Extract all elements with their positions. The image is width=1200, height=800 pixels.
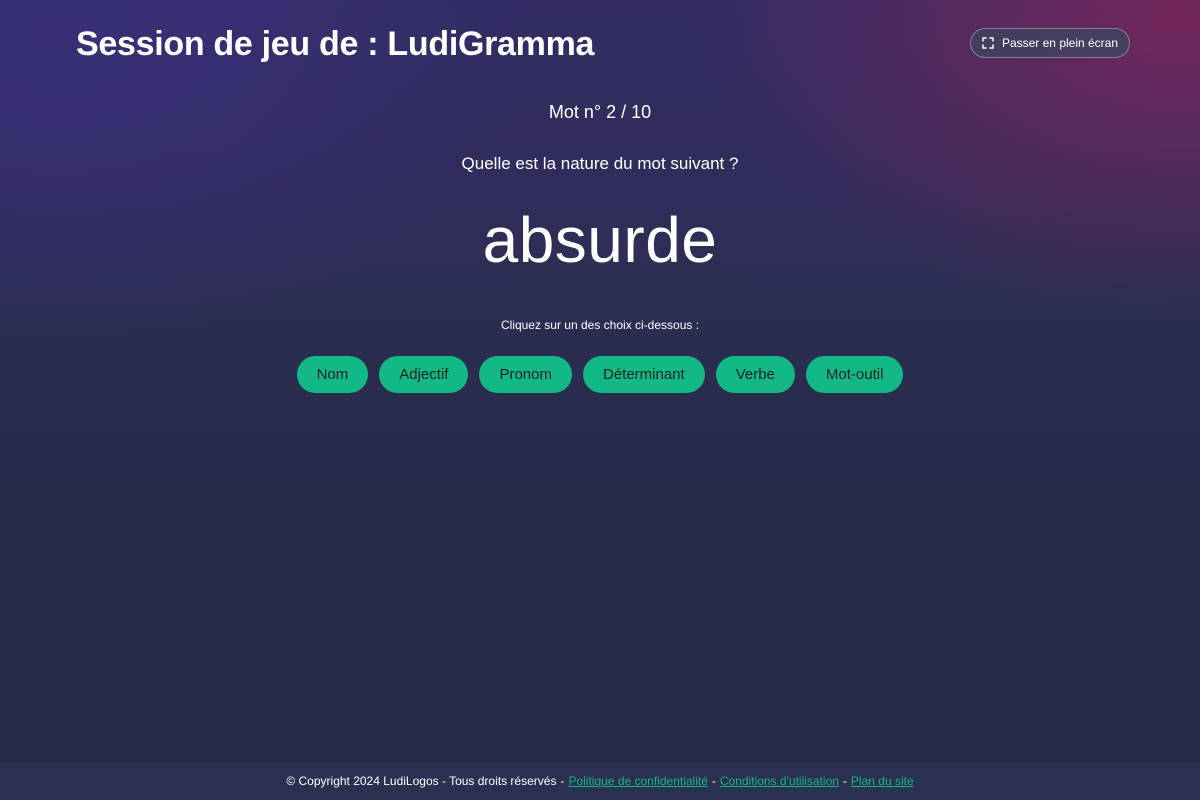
footer: © Copyright 2024 LudiLogos - Tous droits… [0,762,1200,800]
choice-button-mot-outil[interactable]: Mot-outil [805,356,904,393]
target-word: absurde [482,204,718,276]
choices-group: Nom Adjectif Pronom Déterminant Verbe Mo… [0,356,1200,393]
copyright-text: © Copyright 2024 LudiLogos - Tous droits… [286,774,557,788]
header: Session de jeu de : LudiGramma Passer en… [0,0,1200,90]
footer-separator: - [842,774,847,788]
choice-button-adjectif[interactable]: Adjectif [379,356,469,393]
page-title: Session de jeu de : LudiGramma [76,25,595,63]
sitemap-link[interactable]: Plan du site [851,774,914,788]
instruction-text: Cliquez sur un des choix ci-dessous : [500,318,700,332]
fullscreen-button[interactable]: Passer en plein écran [970,28,1130,58]
choice-button-nom[interactable]: Nom [296,356,369,393]
expand-icon [982,37,994,49]
terms-of-use-link[interactable]: Conditions d'utilisation [720,774,839,788]
privacy-policy-link[interactable]: Politique de confidentialité [568,774,707,788]
footer-separator: - [560,774,565,788]
choice-button-verbe[interactable]: Verbe [715,356,795,393]
word-counter: Mot n° 2 / 10 [548,102,652,122]
footer-separator: - [711,774,716,788]
question-text: Quelle est la nature du mot suivant ? [461,154,739,173]
fullscreen-label: Passer en plein écran [1001,36,1119,50]
choice-button-pronom[interactable]: Pronom [479,356,572,393]
choice-button-determinant[interactable]: Déterminant [582,356,705,393]
